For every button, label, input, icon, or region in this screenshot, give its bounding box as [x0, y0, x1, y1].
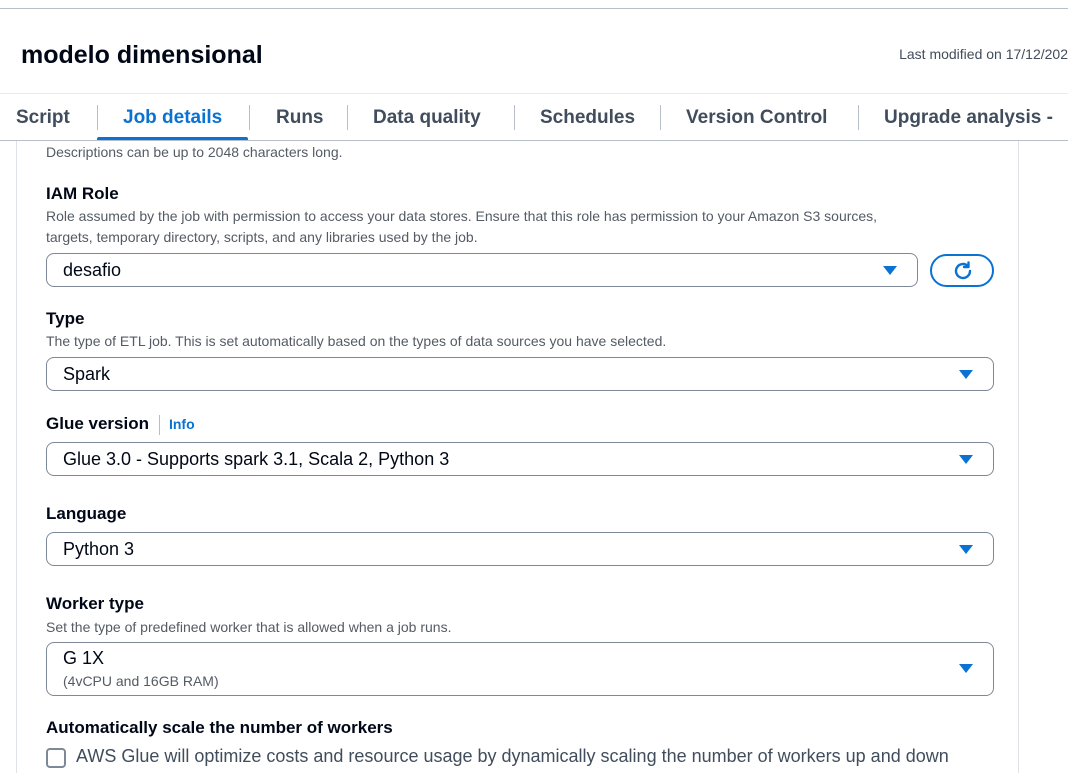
tab-separator: [347, 105, 348, 130]
iam-role-select[interactable]: desafio: [46, 253, 918, 287]
description-hint: Descriptions can be up to 2048 character…: [46, 144, 343, 160]
type-select[interactable]: Spark: [46, 357, 994, 391]
tab-version-control[interactable]: Version Control: [686, 94, 827, 140]
tab-separator: [858, 105, 859, 130]
autoscale-checkbox-label[interactable]: AWS Glue will optimize costs and resourc…: [76, 746, 949, 767]
language-value: Python 3: [63, 539, 135, 559]
autoscale-checkbox[interactable]: [46, 748, 66, 768]
worker-type-label: Worker type: [46, 594, 144, 613]
caret-down-icon: [959, 370, 973, 379]
glue-version-label: Glue version: [46, 414, 149, 433]
type-value: Spark: [63, 364, 111, 384]
tab-runs[interactable]: Runs: [276, 94, 324, 140]
tab-upgrade-analysis[interactable]: Upgrade analysis -: [884, 94, 1053, 140]
tab-schedules[interactable]: Schedules: [540, 94, 635, 140]
tab-separator: [97, 105, 98, 130]
iam-role-description-line1: Role assumed by the job with permission …: [46, 208, 878, 224]
type-description: The type of ETL job. This is set automat…: [46, 333, 667, 349]
worker-type-description: Set the type of predefined worker that i…: [46, 619, 452, 635]
refresh-roles-button[interactable]: [930, 254, 994, 287]
worker-type-detail: (4vCPU and 16GB RAM): [63, 673, 219, 689]
tab-job-details[interactable]: Job details: [96, 94, 249, 140]
autoscale-label: Automatically scale the number of worker…: [46, 718, 393, 737]
type-label: Type: [46, 309, 85, 328]
iam-role-value: desafio: [63, 260, 122, 280]
caret-down-icon: [959, 545, 973, 554]
info-separator: [158, 414, 160, 435]
page-header: modelo dimensional Last modified on 17/1…: [0, 9, 1068, 93]
language-select[interactable]: Python 3: [46, 532, 994, 566]
caret-down-icon: [959, 664, 973, 673]
glue-version-select[interactable]: Glue 3.0 - Supports spark 3.1, Scala 2, …: [46, 442, 994, 476]
worker-type-value: G 1X: [63, 648, 105, 668]
page-title: modelo dimensional: [21, 41, 263, 69]
glue-version-label-row: Glue version Info: [46, 414, 195, 435]
tab-separator: [249, 105, 250, 130]
tab-separator: [514, 105, 515, 130]
language-label: Language: [46, 504, 127, 523]
iam-role-label: IAM Role: [46, 184, 119, 203]
caret-down-icon: [883, 266, 897, 275]
iam-role-description-line2: targets, temporary directory, scripts, a…: [46, 229, 478, 245]
worker-type-select[interactable]: G 1X (4vCPU and 16GB RAM): [46, 642, 994, 696]
tab-bar: Script Job details Runs Data quality Sch…: [0, 93, 1068, 141]
caret-down-icon: [959, 455, 973, 464]
tab-separator: [660, 105, 661, 130]
tab-data-quality[interactable]: Data quality: [373, 94, 481, 140]
refresh-icon: [954, 261, 972, 280]
glue-version-value: Glue 3.0 - Supports spark 3.1, Scala 2, …: [63, 449, 450, 469]
last-modified-text: Last modified on 17/12/202: [899, 46, 1068, 62]
glue-version-info-link[interactable]: Info: [169, 416, 195, 432]
tab-script[interactable]: Script: [16, 94, 70, 140]
